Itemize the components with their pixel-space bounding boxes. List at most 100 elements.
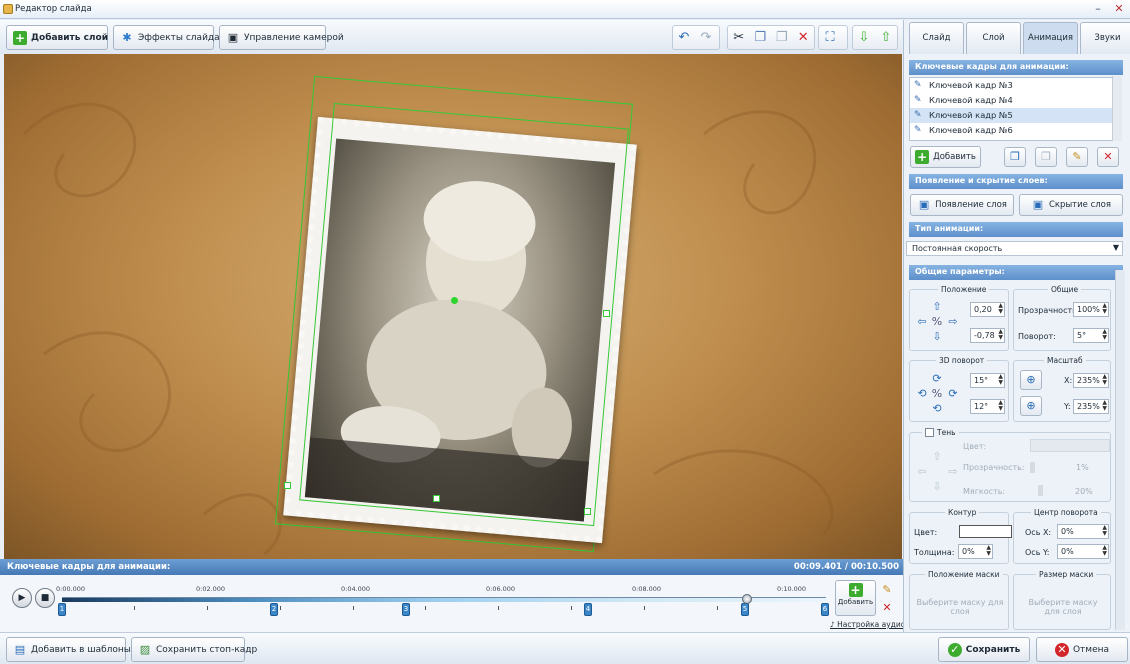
spin-arrows-icon[interactable]: ▲ ▼ — [1102, 329, 1107, 341]
keyframes-header: Ключевые кадры для анимации: — [909, 60, 1123, 75]
list-item[interactable]: Ключевой кадр №4 — [910, 93, 1116, 108]
appear-layer-button[interactable]: ▣ Появление слоя — [910, 194, 1014, 216]
rotate-left-icon[interactable]: ⟲ — [915, 387, 929, 401]
timeline-add-keyframe-button[interactable]: + Добавить — [835, 580, 876, 616]
spin-arrows-icon[interactable]: ▲ ▼ — [998, 329, 1003, 341]
rotation-center-point[interactable] — [451, 297, 458, 304]
delete-icon[interactable]: ✕ — [793, 30, 815, 45]
copy-icon[interactable]: ❐ — [750, 30, 772, 45]
keyframe-marker[interactable]: 1 — [58, 603, 66, 616]
scale-y-input[interactable]: 235% ▲ ▼ — [1073, 399, 1109, 414]
rotation-3d-x-input[interactable]: 15° ▲ ▼ — [970, 373, 1005, 388]
save-still-frame-button[interactable]: ▨ Сохранить стоп-кадр — [131, 637, 257, 662]
brush-icon[interactable]: ✎ — [1066, 147, 1088, 167]
rotation-input[interactable]: 5° ▲ ▼ — [1073, 328, 1109, 343]
spin-arrows-icon[interactable]: ▲ ▼ — [1102, 400, 1107, 412]
tab-slide[interactable]: Слайд — [909, 22, 964, 54]
copy-keyframe-icon[interactable]: ❐ — [1004, 147, 1026, 167]
zoom-x-icon[interactable]: ⊕ — [1020, 370, 1042, 390]
spin-arrows-icon[interactable]: ▲ ▼ — [998, 374, 1003, 386]
arrow-right-icon[interactable]: ⇨ — [946, 315, 960, 329]
timeline-track[interactable] — [62, 597, 826, 602]
shadow-checkbox[interactable] — [925, 428, 934, 437]
keyframe-marker[interactable]: 3 — [402, 603, 410, 616]
save-button[interactable]: ✓ Сохранить — [938, 637, 1030, 662]
undo-icon[interactable]: ↶ — [673, 30, 695, 45]
move-up-icon[interactable]: ⇧ — [875, 30, 897, 45]
audio-settings-link[interactable]: ♪ Настройка аудио — [830, 620, 905, 629]
shadow-checkbox-row[interactable]: Тень — [922, 428, 959, 437]
opacity-input[interactable]: 100% ▲ ▼ — [1073, 302, 1109, 317]
rotation-3d-y-input[interactable]: 12° ▲ ▼ — [970, 399, 1005, 414]
move-down-icon[interactable]: ⇩ — [853, 30, 875, 45]
scale-x-input[interactable]: 235% ▲ ▼ — [1073, 373, 1109, 388]
slide-effects-button[interactable]: ✱ Эффекты слайда — [113, 25, 220, 50]
resize-handle-bottom[interactable] — [433, 495, 440, 502]
close-window-icon[interactable]: ✕ — [1110, 2, 1128, 15]
add-layer-label: Добавить слой — [31, 32, 109, 43]
arrow-up-icon[interactable]: ⇧ — [930, 300, 944, 314]
delete-keyframe-icon[interactable]: ✕ — [1097, 147, 1119, 167]
arrow-left-icon[interactable]: ⇦ — [915, 315, 929, 329]
timeline-add-label: Добавить — [837, 598, 874, 606]
resize-handle-bottom-left[interactable] — [284, 482, 291, 489]
rotate-reset-icon[interactable]: % — [930, 387, 944, 401]
spin-arrows-icon[interactable]: ▲ ▼ — [1102, 525, 1107, 537]
stop-button[interactable]: ■ — [35, 588, 55, 608]
pivot-y-input[interactable]: 0% ▲ ▼ — [1057, 544, 1109, 559]
panel-scrollbar[interactable] — [1115, 270, 1125, 630]
keyframe-marker[interactable]: 6 — [821, 603, 829, 616]
resize-handle-bottom-right[interactable] — [584, 508, 591, 515]
hide-layer-button[interactable]: ▣ Скрытие слоя — [1019, 194, 1123, 216]
tab-layer[interactable]: Слой — [966, 22, 1021, 54]
contour-color-swatch[interactable] — [959, 525, 1012, 538]
fit-dropdown[interactable]: ⛶ — [818, 25, 848, 50]
timeline-ruler[interactable]: 0:00.000 0:02.000 0:04.000 0:06.000 0:08… — [56, 579, 830, 623]
contour-thickness-input[interactable]: 0% ▲ ▼ — [958, 544, 993, 559]
remove-keyframe-icon[interactable]: ✕ — [880, 601, 894, 615]
add-layer-button[interactable]: + Добавить слой — [6, 25, 108, 50]
keyframe-marker[interactable]: 2 — [270, 603, 278, 616]
rotate-up-icon[interactable]: ⟳ — [930, 372, 944, 386]
paste-keyframe-icon[interactable]: ❐ — [1035, 147, 1057, 167]
slide-canvas[interactable] — [4, 54, 902, 559]
camera-control-button[interactable]: ▣ Управление камерой — [219, 25, 344, 50]
tab-animation[interactable]: Анимация — [1023, 22, 1078, 54]
pivot-x-input[interactable]: 0% ▲ ▼ — [1057, 524, 1109, 539]
add-to-templates-button[interactable]: ▤ Добавить в шаблоны — [6, 637, 131, 662]
position-y-input[interactable]: -0,78 ▲ ▼ — [970, 328, 1005, 343]
add-keyframe-button[interactable]: + Добавить — [910, 146, 981, 168]
spin-arrows-icon[interactable]: ▲ ▼ — [1102, 303, 1107, 315]
paste-icon[interactable]: ❐ — [771, 30, 793, 45]
spin-arrows-icon[interactable]: ▲ ▼ — [986, 545, 991, 557]
rotate-right-icon[interactable]: ⟳ — [946, 387, 960, 401]
keyframe-marker[interactable]: 4 — [584, 603, 592, 616]
position-x-input[interactable]: 0,20 ▲ ▼ — [970, 302, 1005, 317]
keyframe-marker[interactable]: 5 — [741, 603, 749, 616]
cancel-button[interactable]: ✕ Отмена — [1036, 637, 1128, 662]
clipboard-group: ✂ ❐ ❐ ✕ — [727, 25, 815, 50]
keyframe-list-scrollbar[interactable] — [1112, 76, 1122, 141]
list-item[interactable]: Ключевой кадр №6 — [910, 123, 1116, 138]
tab-sounds[interactable]: Звуки — [1080, 22, 1130, 54]
spin-arrows-icon[interactable]: ▲ ▼ — [1102, 545, 1107, 557]
shadow-color-label: Цвет: — [963, 442, 987, 451]
animation-type-select[interactable]: Постоянная скорость ▼ — [906, 241, 1123, 256]
redo-icon[interactable]: ↷ — [695, 30, 717, 45]
spin-arrows-icon[interactable]: ▲ ▼ — [998, 303, 1003, 315]
playhead[interactable] — [742, 594, 752, 604]
play-button[interactable]: ▶ — [12, 588, 32, 608]
center-icon[interactable]: % — [930, 315, 944, 329]
spin-arrows-icon[interactable]: ▲ ▼ — [998, 400, 1003, 412]
resize-handle-right[interactable] — [603, 310, 610, 317]
cut-icon[interactable]: ✂ — [728, 30, 750, 45]
minimize-icon[interactable]: – — [1089, 2, 1107, 15]
rotate-down-icon[interactable]: ⟲ — [930, 402, 944, 416]
list-item[interactable]: Ключевой кадр №5 — [910, 108, 1116, 123]
spin-arrows-icon[interactable]: ▲ ▼ — [1102, 374, 1107, 386]
zoom-y-icon[interactable]: ⊕ — [1020, 396, 1042, 416]
list-item[interactable]: Ключевой кадр №3 — [910, 78, 1116, 93]
arrow-down-icon[interactable]: ⇩ — [930, 330, 944, 344]
edit-icon[interactable]: ✎ — [880, 583, 894, 597]
keyframe-list[interactable]: Ключевой кадр №3 Ключевой кадр №4 Ключев… — [909, 77, 1117, 141]
